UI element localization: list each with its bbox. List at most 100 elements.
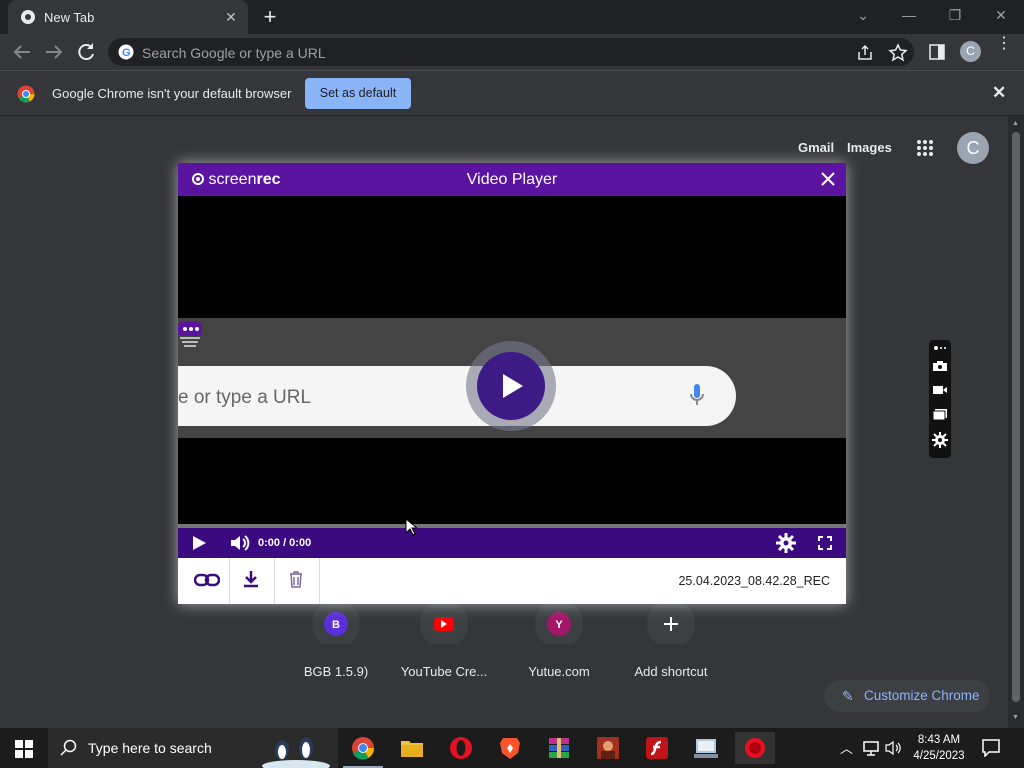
infobar-close-icon[interactable]: ✕: [992, 83, 1006, 103]
google-g-icon: G: [118, 44, 134, 60]
restore-button[interactable]: ❐: [932, 0, 978, 30]
network-icon[interactable]: [862, 740, 880, 756]
chrome-taskbar-icon[interactable]: [343, 732, 383, 768]
side-panel-icon[interactable]: [928, 43, 946, 61]
svg-text:G: G: [122, 47, 131, 59]
chrome-icon: [21, 10, 35, 24]
gallery-icon[interactable]: [932, 408, 948, 420]
page-scrollbar[interactable]: ▲ ▼: [1008, 116, 1024, 728]
svg-text:Y: Y: [555, 619, 563, 631]
omnibox-placeholder: Search Google or type a URL: [142, 45, 326, 61]
screenrec-taskbar-icon[interactable]: [735, 732, 775, 764]
omnibox[interactable]: G Search Google or type a URL: [108, 38, 914, 66]
clock-time: 8:43 AM: [917, 734, 961, 746]
youtube-icon: [420, 604, 468, 644]
windows-start-icon[interactable]: [15, 740, 33, 758]
player-footer: 25.04.2023_08.42.28_REC: [178, 558, 846, 604]
shortcut-bg: Y: [535, 604, 583, 644]
camera-icon[interactable]: [932, 360, 948, 372]
winrar-icon[interactable]: [539, 732, 579, 764]
shortcut-label: YouTube Cre...: [400, 664, 488, 679]
back-icon[interactable]: [10, 40, 34, 64]
new-tab-button[interactable]: +: [258, 6, 282, 28]
delete-button[interactable]: [274, 558, 320, 604]
clock-date: 4/25/2023: [913, 750, 965, 762]
player-header: screenrec Video Player: [178, 163, 846, 196]
svg-text:B: B: [332, 619, 340, 631]
taskbar-search-placeholder: Type here to search: [88, 740, 212, 756]
mouse-cursor-icon: [405, 518, 417, 536]
account-avatar[interactable]: C: [957, 132, 989, 164]
player-controls: 0:00 / 0:00: [178, 528, 846, 558]
link-icon: [194, 573, 220, 587]
extension-icon: [178, 322, 202, 347]
speaker-icon[interactable]: [885, 740, 903, 756]
tab-strip: New Tab ✕ + ⌄ — ❐ ✕: [0, 0, 1024, 34]
bookmark-star-icon[interactable]: [888, 43, 908, 63]
trash-icon: [290, 571, 302, 588]
forward-icon[interactable]: [42, 40, 66, 64]
copy-link-button[interactable]: [184, 558, 230, 604]
network-app-icon[interactable]: [686, 732, 726, 764]
reload-icon[interactable]: [74, 40, 98, 64]
shortcut-bg: B: [312, 604, 360, 644]
volume-icon[interactable]: [230, 534, 250, 552]
tab-title: New Tab: [44, 10, 95, 25]
settings-gear-icon[interactable]: [932, 432, 948, 448]
gmail-link[interactable]: Gmail: [798, 140, 834, 155]
player-title: Video Player: [466, 171, 558, 188]
menu-kebab-icon[interactable]: ⋮: [996, 36, 1012, 52]
video-player-window: screenrec Video Player e or type a URL 0…: [178, 163, 846, 604]
file-explorer-icon[interactable]: [392, 732, 432, 764]
link-icon[interactable]: [932, 344, 948, 352]
download-button[interactable]: [229, 558, 275, 604]
penguins-illustration-icon: [262, 737, 330, 768]
profile-avatar[interactable]: C: [960, 41, 981, 62]
taskbar-search-box[interactable]: Type here to search: [48, 728, 338, 768]
taskbar-clock[interactable]: 8:43 AM 4/25/2023: [908, 732, 970, 764]
play-icon: [503, 374, 523, 398]
customize-chrome-button[interactable]: ✎ Customize Chrome: [824, 680, 990, 712]
play-icon[interactable]: [192, 536, 206, 550]
toolbar: G Search Google or type a URL C ⋮: [0, 34, 1024, 70]
settings-gear-icon[interactable]: [776, 533, 796, 553]
video-area[interactable]: e or type a URL: [178, 196, 846, 524]
tab-new-tab[interactable]: New Tab ✕: [8, 0, 248, 34]
shortcut-label: Yutue.com: [528, 664, 590, 679]
chrome-logo-icon: [17, 85, 35, 103]
big-play-button[interactable]: [466, 341, 556, 431]
fullscreen-icon[interactable]: [818, 536, 832, 550]
add-icon: [647, 604, 695, 644]
player-close-icon[interactable]: [818, 169, 838, 189]
pencil-icon: ✎: [842, 688, 854, 704]
infobar-message: Google Chrome isn't your default browser: [52, 86, 292, 101]
time-display: 0:00 / 0:00: [258, 537, 312, 549]
screenrec-toolbar: [929, 340, 951, 458]
set-as-default-button[interactable]: Set as default: [305, 78, 411, 109]
minimize-button[interactable]: —: [886, 0, 932, 30]
frame-text: e or type a URL: [178, 387, 312, 408]
tray-chevron-icon[interactable]: ︿: [840, 738, 853, 757]
recording-filename: 25.04.2023_08.42.28_REC: [678, 574, 830, 588]
notification-center-icon[interactable]: [982, 739, 1000, 757]
shortcut-label: Add shortcut: [634, 664, 708, 679]
big-play-inner: [477, 352, 545, 420]
apps-grid-icon[interactable]: [916, 139, 934, 157]
search-icon: [60, 739, 77, 756]
opera-icon[interactable]: [441, 732, 481, 764]
windows-taskbar: Type here to search ︿ 8:43 AM 4/25/2023: [0, 728, 1024, 768]
images-link[interactable]: Images: [847, 140, 892, 155]
tab-close-icon[interactable]: ✕: [222, 8, 240, 26]
default-browser-infobar: Google Chrome isn't your default browser…: [0, 70, 1024, 116]
video-camera-icon[interactable]: [932, 384, 948, 396]
game-app-icon[interactable]: [588, 732, 628, 764]
customize-label: Customize Chrome: [864, 688, 980, 703]
shortcut-label: BGB 1.5.9): [303, 664, 369, 679]
tab-search-icon[interactable]: ⌄: [840, 0, 886, 30]
share-icon[interactable]: [856, 44, 874, 62]
brave-icon[interactable]: [490, 732, 530, 764]
close-window-button[interactable]: ✕: [978, 0, 1024, 30]
flash-player-icon[interactable]: [637, 732, 677, 764]
scrollbar-thumb[interactable]: [1012, 132, 1020, 702]
download-icon: [244, 571, 258, 588]
